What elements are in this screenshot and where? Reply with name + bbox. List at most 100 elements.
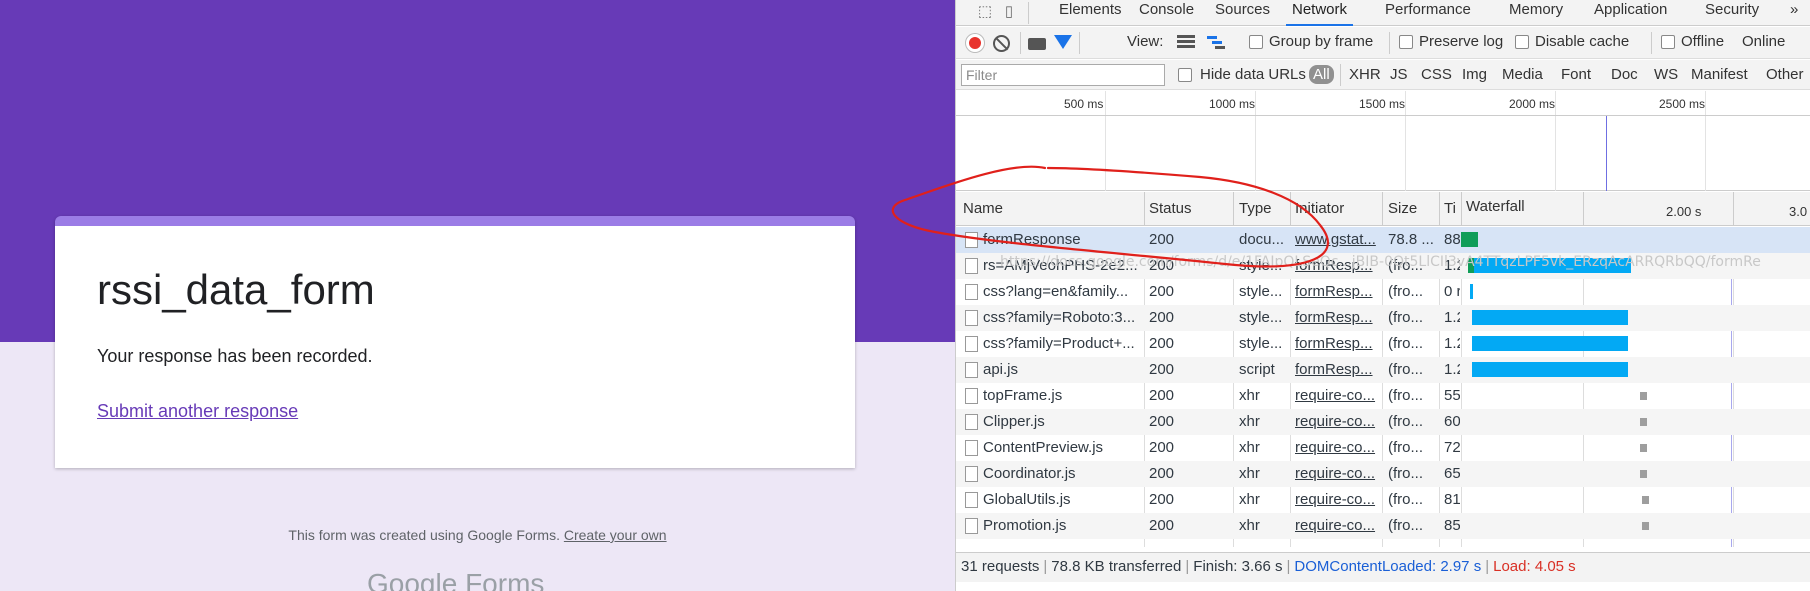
cell-status: 200 [1149, 231, 1175, 248]
document-icon [965, 414, 978, 430]
record-icon[interactable] [966, 34, 984, 52]
cell-initiator[interactable]: require-co... [1295, 465, 1379, 482]
preserve-log-checkbox[interactable] [1399, 35, 1413, 49]
filter-type-other[interactable]: Other [1766, 66, 1804, 83]
cell-name: Clipper.js [983, 413, 1045, 430]
filter-type-media[interactable]: Media [1502, 66, 1543, 83]
tab-performance[interactable]: Performance [1379, 0, 1477, 26]
table-row[interactable]: Clipper.js 200 xhr require-co... (fro... 60 [956, 409, 1810, 435]
column-waterfall[interactable]: Waterfall [1466, 198, 1525, 215]
column-initiator[interactable]: Initiator [1295, 200, 1344, 217]
capture-screenshots-icon[interactable] [1028, 38, 1046, 50]
table-row[interactable]: api.js 200 script formResp... (fro... 1.2 [956, 357, 1810, 383]
filter-type-font[interactable]: Font [1561, 66, 1591, 83]
device-toolbar-icon[interactable]: ▯ [998, 2, 1020, 22]
column-name[interactable]: Name [963, 200, 1003, 217]
inspect-element-icon[interactable]: ⬚ [974, 2, 996, 22]
waterfall-gridline [1583, 192, 1584, 226]
filter-icon[interactable] [1054, 35, 1072, 49]
large-rows-icon[interactable] [1177, 35, 1195, 49]
overview-gridline [1405, 91, 1406, 191]
clear-icon[interactable] [993, 35, 1010, 52]
throttling-select[interactable]: Online [1742, 33, 1785, 50]
table-row[interactable]: Coordinator.js 200 xhr require-co... (fro...… [956, 461, 1810, 487]
network-overview[interactable]: 500 ms 1000 ms 1500 ms 2000 ms 2500 ms [956, 91, 1810, 191]
filter-input[interactable] [961, 64, 1165, 86]
waterfall-bar [1640, 392, 1647, 400]
document-icon [965, 492, 978, 508]
cell-initiator[interactable]: require-co... [1295, 491, 1379, 508]
cell-status: 200 [1149, 517, 1175, 534]
table-row[interactable]: ContentPreview.js 200 xhr require-co... (fro… [956, 435, 1810, 461]
table-row[interactable]: css?family=Product+... 200 style... formRes… [956, 331, 1810, 357]
cell-initiator[interactable]: require-co... [1295, 387, 1379, 404]
offline-label: Offline [1681, 33, 1725, 50]
group-by-frame-checkbox[interactable] [1249, 35, 1263, 49]
filter-type-doc[interactable]: Doc [1611, 66, 1638, 83]
table-row[interactable]: css?family=Roboto:3... 200 style... formRes… [956, 305, 1810, 331]
hide-data-urls-checkbox[interactable] [1178, 68, 1192, 82]
column-separator [1439, 192, 1440, 226]
filter-type-all[interactable]: All [1309, 65, 1334, 84]
cell-initiator[interactable]: www.gstat... [1295, 231, 1379, 248]
document-icon [965, 232, 978, 248]
cell-initiator[interactable]: require-co... [1295, 439, 1379, 456]
column-separator [1461, 192, 1462, 226]
overview-gridline [1255, 91, 1256, 191]
tab-application[interactable]: Application [1588, 0, 1673, 26]
tab-console[interactable]: Console [1133, 0, 1200, 26]
column-type[interactable]: Type [1239, 200, 1272, 217]
devtools-panel: ⬚ ▯ Elements Console Sources Network Per… [955, 0, 1810, 591]
table-row[interactable]: GlobalUtils.js 200 xhr require-co... (fro...… [956, 487, 1810, 513]
filter-type-ws[interactable]: WS [1654, 66, 1678, 83]
create-your-own-link[interactable]: Create your own [564, 527, 667, 543]
cell-time: 60 [1444, 413, 1460, 430]
cell-type: style... [1239, 283, 1283, 300]
disable-cache-checkbox[interactable] [1515, 35, 1529, 49]
filter-type-img[interactable]: Img [1462, 66, 1487, 83]
cell-initiator[interactable]: formResp... [1295, 335, 1379, 352]
document-icon [965, 310, 978, 326]
waterfall-bar [1472, 310, 1628, 325]
submit-another-link[interactable]: Submit another response [97, 401, 298, 422]
table-row[interactable]: topFrame.js 200 xhr require-co... (fro... 55 [956, 383, 1810, 409]
filter-type-js[interactable]: JS [1390, 66, 1408, 83]
tab-elements[interactable]: Elements [1053, 0, 1128, 26]
table-row[interactable]: formResponse 200 docu... www.gstat... 78.8 .… [956, 227, 1810, 253]
table-row[interactable]: css?lang=en&family... 200 style... formResp… [956, 279, 1810, 305]
cell-status: 200 [1149, 465, 1175, 482]
cell-initiator[interactable]: require-co... [1295, 413, 1379, 430]
overview-gridline [1105, 91, 1106, 191]
overview-icon[interactable] [1207, 35, 1225, 49]
tab-security[interactable]: Security [1699, 0, 1765, 26]
overview-tick: 1000 ms [1209, 97, 1256, 111]
table-row[interactable]: Promotion.js 200 xhr require-co... (fro... 85 [956, 513, 1810, 539]
cell-type: script [1239, 361, 1275, 378]
offline-checkbox[interactable] [1661, 35, 1675, 49]
disable-cache-label: Disable cache [1535, 33, 1630, 50]
tab-network[interactable]: Network [1286, 0, 1354, 26]
cell-initiator[interactable]: formResp... [1295, 283, 1379, 300]
waterfall-bar [1461, 232, 1478, 247]
toolbar-separator [1389, 32, 1390, 54]
cell-size: (fro... [1388, 465, 1424, 482]
waterfall-bar [1642, 496, 1649, 504]
cell-status: 200 [1149, 361, 1175, 378]
filter-type-manifest[interactable]: Manifest [1691, 66, 1748, 83]
cell-type: style... [1239, 309, 1283, 326]
filter-type-css[interactable]: CSS [1421, 66, 1452, 83]
cell-initiator[interactable]: formResp... [1295, 309, 1379, 326]
cell-initiator[interactable]: formResp... [1295, 361, 1379, 378]
cell-name: Coordinator.js [983, 465, 1076, 482]
more-tabs-icon[interactable]: » [1784, 0, 1804, 26]
cell-initiator[interactable]: require-co... [1295, 517, 1379, 534]
tab-sources[interactable]: Sources [1209, 0, 1276, 26]
toolbar-separator [1079, 32, 1080, 54]
cell-status: 200 [1149, 335, 1175, 352]
filter-type-xhr[interactable]: XHR [1349, 66, 1381, 83]
column-size[interactable]: Size [1388, 200, 1417, 217]
column-status[interactable]: Status [1149, 200, 1192, 217]
tab-memory[interactable]: Memory [1503, 0, 1569, 26]
column-time[interactable]: Ti [1444, 200, 1456, 217]
cell-name: formResponse [983, 231, 1081, 248]
